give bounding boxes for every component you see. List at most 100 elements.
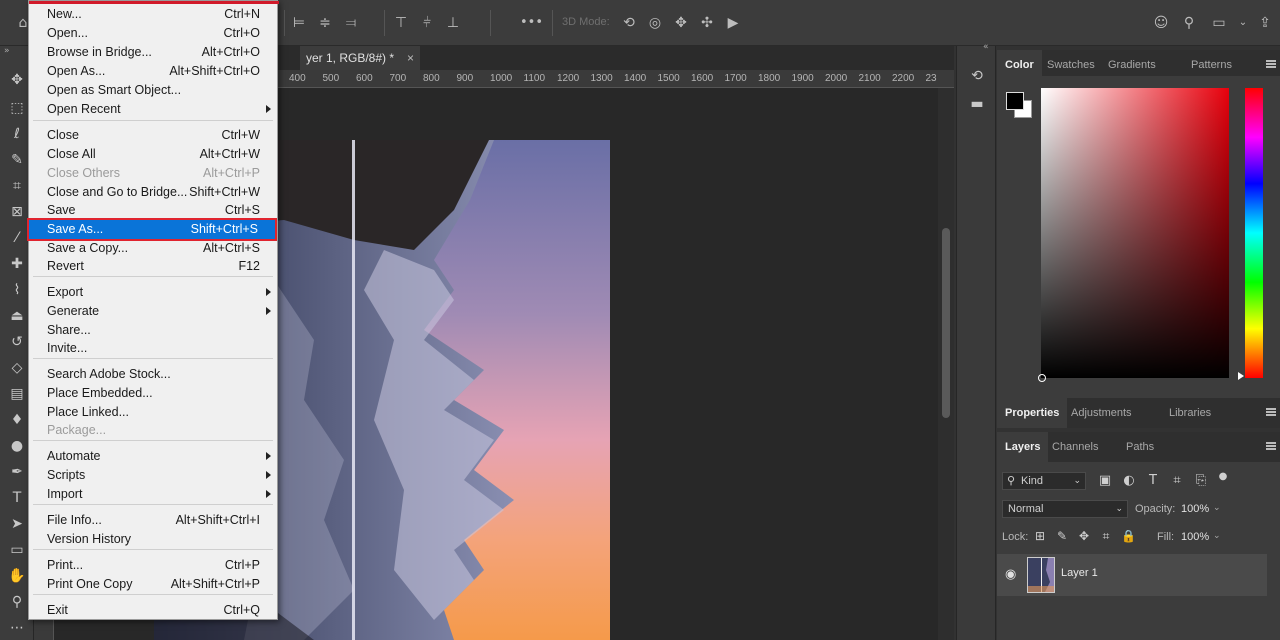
comments-icon[interactable]: ▬ xyxy=(967,94,987,114)
vertical-scrollbar[interactable] xyxy=(938,88,954,640)
workspace-icon[interactable]: ▭ xyxy=(1210,14,1228,32)
lock-all-icon[interactable]: 🔒 xyxy=(1121,528,1136,544)
path-select-icon[interactable]: ➤ xyxy=(7,514,27,534)
menu-item-automate[interactable]: Automate xyxy=(29,447,277,466)
filter-smart-object-icon[interactable]: ⎘ xyxy=(1193,472,1209,490)
lasso-icon[interactable]: ℓ xyxy=(7,124,27,144)
more-options-icon[interactable]: ••• xyxy=(520,14,543,32)
filter-type-icon[interactable]: T xyxy=(1145,472,1161,490)
eyedropper-icon[interactable]: ⁄ xyxy=(7,228,27,248)
type-icon[interactable]: T xyxy=(7,488,27,508)
menu-item-print[interactable]: Print... Ctrl+P xyxy=(29,556,277,575)
menu-item-import[interactable]: Import xyxy=(29,485,277,504)
visibility-eye-icon[interactable]: ◉ xyxy=(1005,567,1016,582)
color-field[interactable] xyxy=(1041,88,1229,378)
fill-field[interactable]: 100% xyxy=(1181,528,1215,546)
more-tools-icon[interactable]: ⋯ xyxy=(7,618,27,638)
menu-item-place-linked[interactable]: Place Linked... xyxy=(29,403,277,422)
filter-pixel-icon[interactable]: ▣ xyxy=(1097,472,1113,490)
align-top-icon[interactable]: ⊤ xyxy=(392,14,410,32)
chevron-down-icon[interactable]: ⌄ xyxy=(1213,531,1221,541)
rectangle-icon[interactable]: ▭ xyxy=(7,540,27,560)
menu-item-revert[interactable]: Revert F12 xyxy=(29,257,277,276)
align-bottom-icon[interactable]: ⊥ xyxy=(444,14,462,32)
menu-item-browse-in-bridge[interactable]: Browse in Bridge... Alt+Ctrl+O xyxy=(29,43,277,62)
menu-item-export[interactable]: Export xyxy=(29,283,277,302)
opacity-field[interactable]: 100% xyxy=(1181,500,1215,518)
learn-icon[interactable]: ☺ xyxy=(1152,14,1170,32)
close-tab-icon[interactable]: × xyxy=(407,46,414,70)
menu-item-open-recent[interactable]: Open Recent xyxy=(29,100,277,119)
tab-layers[interactable]: Layers xyxy=(997,432,1049,462)
tab-adjustments[interactable]: Adjustments xyxy=(1063,398,1140,428)
align-middle-icon[interactable]: ⫩ xyxy=(418,14,436,32)
align-left-icon[interactable]: ⊨ xyxy=(290,14,308,32)
chevron-down-icon[interactable]: ⌄ xyxy=(1213,503,1221,513)
layer-filter-kind[interactable]: ⚲ Kind ⌄ xyxy=(1002,472,1086,490)
align-right-icon[interactable]: ⫤ xyxy=(342,14,360,32)
menu-item-close-and-go-to-bridge[interactable]: Close and Go to Bridge... Shift+Ctrl+W xyxy=(29,183,277,202)
marquee-icon[interactable]: ⬚ xyxy=(7,98,27,118)
blur-icon[interactable]: ♦ xyxy=(7,410,27,430)
blend-mode-select[interactable]: Normal ⌄ xyxy=(1002,500,1128,518)
foreground-color-swatch[interactable] xyxy=(1006,92,1024,110)
tab-libraries[interactable]: Libraries xyxy=(1161,398,1219,428)
eraser-icon[interactable]: ◇ xyxy=(7,358,27,378)
hue-slider-handle[interactable] xyxy=(1238,372,1244,380)
layer-name[interactable]: Layer 1 xyxy=(1061,567,1098,579)
dodge-icon[interactable]: ● xyxy=(7,436,27,456)
stamp-icon[interactable]: ⏏ xyxy=(7,306,27,326)
move-icon[interactable]: ✥ xyxy=(7,70,27,90)
crop-icon[interactable]: ⌗ xyxy=(7,176,27,196)
brush-icon[interactable]: ⌇ xyxy=(7,280,27,300)
menu-item-close[interactable]: Close Ctrl+W xyxy=(29,126,277,145)
menu-item-scripts[interactable]: Scripts xyxy=(29,466,277,485)
history-brush-icon[interactable]: ↺ xyxy=(7,332,27,352)
menu-item-share[interactable]: Share... xyxy=(29,321,277,340)
gradient-icon[interactable]: ▤ xyxy=(7,384,27,404)
layer-row[interactable]: ◉ Layer 1 xyxy=(997,554,1267,596)
scrollbar-thumb[interactable] xyxy=(942,228,950,418)
filter-toggle-icon[interactable]: ● xyxy=(1215,468,1231,486)
panel-menu-icon[interactable] xyxy=(1266,442,1276,450)
document-tab[interactable]: yer 1, RGB/8#) * × xyxy=(300,46,420,70)
hue-slider[interactable] xyxy=(1245,88,1263,378)
frame-icon[interactable]: ⊠ xyxy=(7,202,27,222)
collapse-dock-icon[interactable]: « xyxy=(983,42,989,52)
color-picker-cursor[interactable] xyxy=(1038,374,1046,382)
menu-item-new[interactable]: New... Ctrl+N xyxy=(29,5,277,24)
lock-position-icon[interactable]: ✥ xyxy=(1077,528,1091,544)
menu-item-version-history[interactable]: Version History xyxy=(29,530,277,549)
hand-icon[interactable]: ✋ xyxy=(7,566,27,586)
search-icon[interactable]: ⚲ xyxy=(1180,14,1198,32)
menu-item-invite[interactable]: Invite... xyxy=(29,339,277,358)
align-center-icon[interactable]: ≑ xyxy=(316,14,334,32)
menu-item-print-one-copy[interactable]: Print One Copy Alt+Shift+Ctrl+P xyxy=(29,575,277,594)
menu-item-open[interactable]: Open... Ctrl+O xyxy=(29,24,277,43)
history-icon[interactable]: ⟲ xyxy=(967,66,987,86)
chevron-down-icon[interactable]: ⌄ xyxy=(1234,14,1252,32)
panel-menu-icon[interactable] xyxy=(1266,408,1276,416)
menu-item-open-as-smart-object[interactable]: Open as Smart Object... xyxy=(29,81,277,100)
collapse-toolbar-icon[interactable]: » xyxy=(4,46,10,56)
menu-item-save-a-copy[interactable]: Save a Copy... Alt+Ctrl+S xyxy=(29,239,277,258)
menu-item-save[interactable]: Save Ctrl+S xyxy=(29,201,277,220)
zoom-icon[interactable]: ⚲ xyxy=(7,592,27,612)
share-icon[interactable]: ⇪ xyxy=(1256,14,1274,32)
menu-item-close-all[interactable]: Close All Alt+Ctrl+W xyxy=(29,145,277,164)
filter-shape-icon[interactable]: ⌗ xyxy=(1169,472,1185,490)
menu-item-place-embedded[interactable]: Place Embedded... xyxy=(29,384,277,403)
lock-transparent-icon[interactable]: ⊞ xyxy=(1033,528,1047,544)
menu-item-generate[interactable]: Generate xyxy=(29,302,277,321)
lock-artboard-icon[interactable]: ⌗ xyxy=(1099,528,1113,544)
panel-menu-icon[interactable] xyxy=(1266,60,1276,68)
tab-channels[interactable]: Channels xyxy=(1044,432,1106,462)
menu-item-exit[interactable]: Exit Ctrl+Q xyxy=(29,601,277,620)
healing-icon[interactable]: ✚ xyxy=(7,254,27,274)
filter-adjustment-icon[interactable]: ◐ xyxy=(1121,472,1137,490)
menu-item-open-as[interactable]: Open As... Alt+Shift+Ctrl+O xyxy=(29,62,277,81)
pen-icon[interactable]: ✒ xyxy=(7,462,27,482)
menu-item-file-info[interactable]: File Info... Alt+Shift+Ctrl+I xyxy=(29,511,277,530)
tab-properties[interactable]: Properties xyxy=(997,398,1068,428)
menu-item-save-as[interactable]: Save As... Shift+Ctrl+S xyxy=(27,218,277,241)
